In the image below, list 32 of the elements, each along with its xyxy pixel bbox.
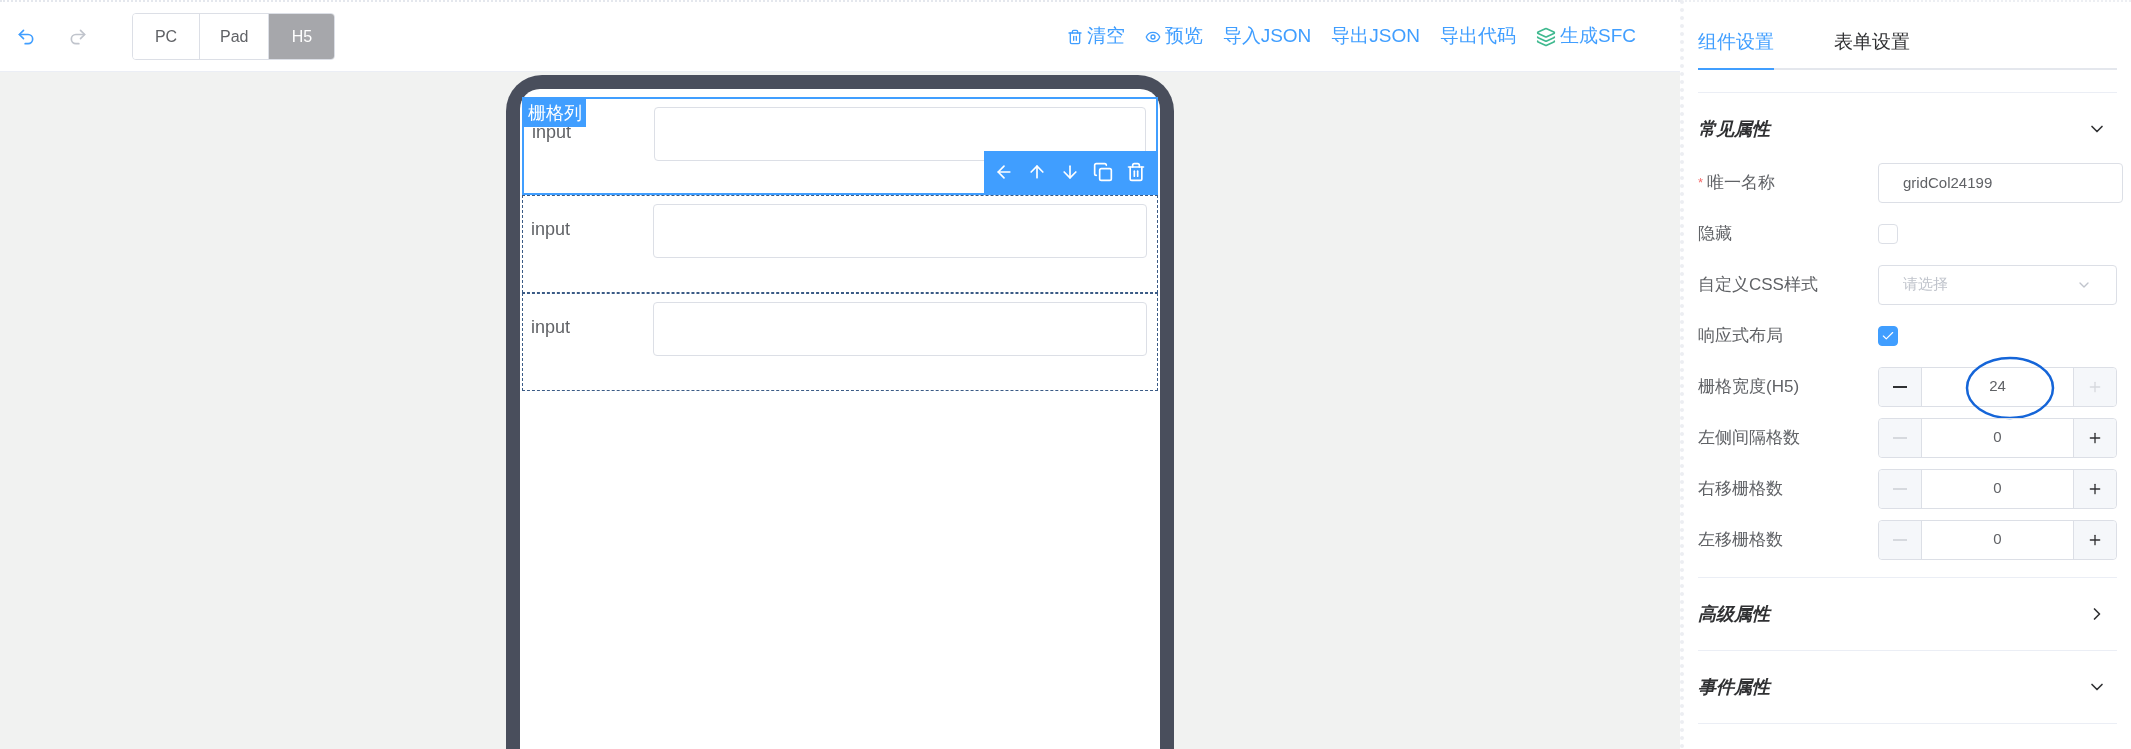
trash-icon [1066,28,1083,45]
grid-column[interactable]: input [522,195,1158,293]
increment-button[interactable] [2073,418,2116,457]
section-header[interactable]: 事件属性 [1698,651,2117,723]
name-input[interactable]: gridCol24199 [1878,162,2123,203]
field-label: 隐藏 [1698,222,1732,245]
text-input[interactable] [653,302,1147,356]
field-label: 左侧间隔格数 [1698,426,1800,449]
field-label: 栅格宽度(H5) [1698,375,1800,398]
grid-column[interactable]: 栅格列 input [522,97,1158,195]
layers-icon [1536,26,1556,47]
increment-button[interactable] [2073,520,2116,559]
text-input[interactable] [653,204,1147,258]
increment-button[interactable] [2073,469,2116,508]
copy-icon[interactable] [1093,162,1113,182]
field-label: input [531,219,571,239]
panel-tab[interactable]: 表单设置 [1834,27,1910,70]
field-label: 响应式布局 [1698,324,1783,347]
undo-icon [16,26,36,47]
field-label: 左移栅格数 [1698,528,1783,551]
section-header[interactable]: 高级属性 [1698,578,2117,650]
grid-column[interactable]: input [522,293,1158,391]
field-label: input [531,317,571,337]
section-header[interactable]: 常见属性 [1698,93,2117,165]
field-label: 右移栅格数 [1698,477,1783,500]
redo-icon [68,26,88,47]
field-label: 唯一名称 [1707,171,1776,194]
required-mark: * [1698,173,1704,192]
component-tag: 栅格列 [524,99,586,127]
field-label: 自定义CSS样式 [1698,273,1818,296]
checkbox[interactable] [1878,325,1898,346]
delete-icon[interactable] [1126,162,1146,182]
